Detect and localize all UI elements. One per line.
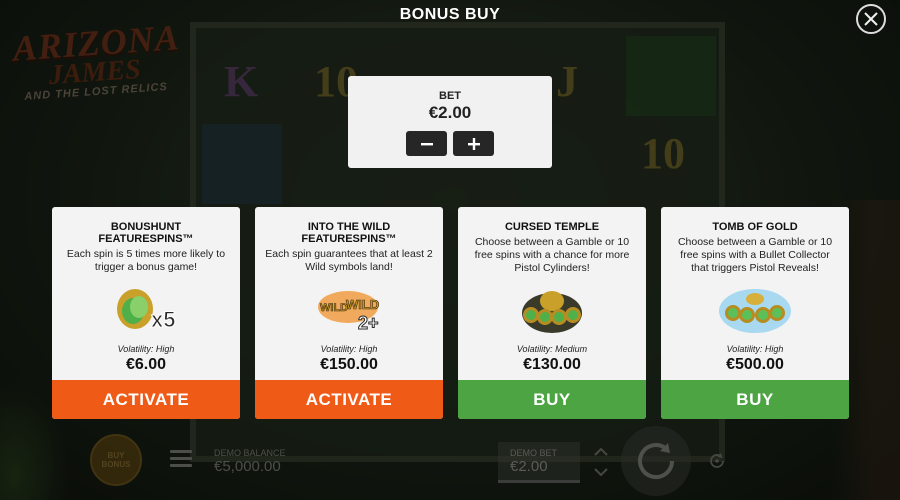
card-description: Each spin is 5 times more likely to trig… xyxy=(66,248,226,273)
bet-label: BET xyxy=(439,90,461,102)
card-volatility: Volatility: High xyxy=(117,344,175,354)
bonus-card-into-the-wild: INTO THE WILD FEATURESPINS™ Each spin gu… xyxy=(255,207,443,419)
bonushunt-x5-icon: x5 xyxy=(52,285,240,333)
card-price: €130.00 xyxy=(523,356,581,373)
increase-bet-button[interactable] xyxy=(453,131,494,156)
card-title: CURSED TEMPLE xyxy=(504,221,600,233)
card-title: INTO THE WILD FEATURESPINS™ xyxy=(301,221,397,245)
svg-text:WILD: WILD xyxy=(346,297,379,312)
buy-button[interactable]: BUY xyxy=(661,380,849,419)
card-description: Choose between a Gamble or 10 free spins… xyxy=(474,236,630,274)
card-title: BONUSHUNT FEATURESPINS™ xyxy=(98,221,194,245)
activate-button[interactable]: ACTIVATE xyxy=(52,380,240,419)
page-title: BONUS BUY xyxy=(399,6,501,23)
svg-text:WILD: WILD xyxy=(320,302,348,314)
card-description: Each spin guarantees that at least 2 Wil… xyxy=(265,248,433,273)
svg-text:x5: x5 xyxy=(151,307,175,332)
bet-panel: BET €2.00 xyxy=(348,76,552,168)
tomb-of-gold-icon xyxy=(661,285,849,335)
activate-button[interactable]: ACTIVATE xyxy=(255,380,443,419)
bonus-card-bonushunt: BONUSHUNT FEATURESPINS™ Each spin is 5 t… xyxy=(52,207,240,419)
svg-text:2+: 2+ xyxy=(358,313,379,333)
card-price: €6.00 xyxy=(125,356,167,373)
buy-button[interactable]: BUY xyxy=(458,380,646,419)
cursed-temple-icon xyxy=(458,285,646,335)
card-volatility: Volatility: High xyxy=(726,344,784,354)
card-price: €150.00 xyxy=(320,356,378,373)
bonus-card-tomb-of-gold: TOMB OF GOLD Choose between a Gamble or … xyxy=(661,207,849,419)
plus-icon xyxy=(467,137,480,150)
bet-value: €2.00 xyxy=(428,103,472,122)
card-title: TOMB OF GOLD xyxy=(712,221,798,233)
card-volatility: Volatility: High xyxy=(320,344,378,354)
wild-2plus-icon: WILD WILD 2+ xyxy=(255,285,443,333)
minus-icon xyxy=(420,142,433,145)
card-volatility: Volatility: Medium xyxy=(516,344,588,354)
bonus-card-cursed-temple: CURSED TEMPLE Choose between a Gamble or… xyxy=(458,207,646,419)
close-button[interactable] xyxy=(856,4,886,34)
decrease-bet-button[interactable] xyxy=(406,131,447,156)
close-icon xyxy=(864,12,878,26)
card-description: Choose between a Gamble or 10 free spins… xyxy=(677,236,833,274)
card-price: €500.00 xyxy=(726,356,784,373)
